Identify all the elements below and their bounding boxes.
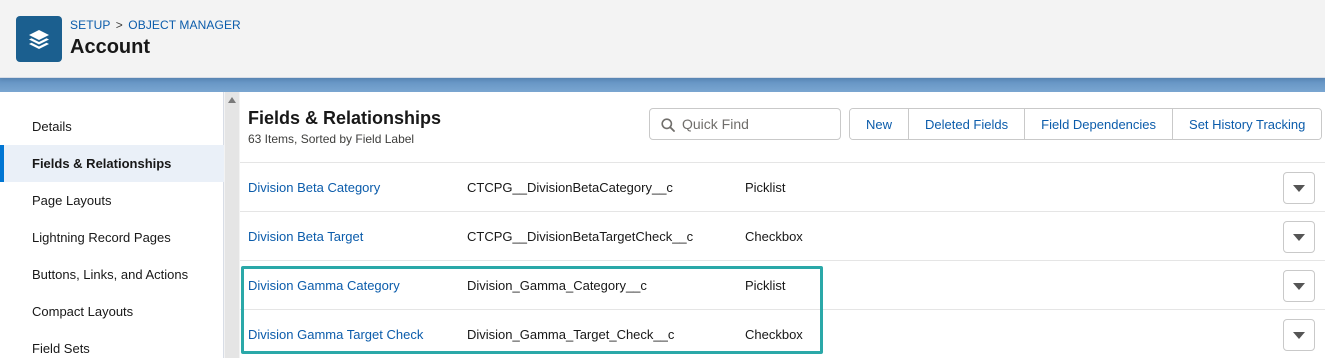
table-row: Division Beta Target CTCPG__DivisionBeta… (240, 211, 1325, 260)
sidebar-item-label: Buttons, Links, and Actions (32, 267, 189, 282)
sidebar-item-details[interactable]: Details (0, 108, 224, 145)
quick-find-search[interactable] (649, 108, 841, 140)
breadcrumb-setup-link[interactable]: SETUP (70, 18, 110, 32)
item-count-summary: 63 Items, Sorted by Field Label (248, 132, 415, 146)
row-actions-dropdown-button[interactable] (1283, 319, 1315, 351)
main-content: Fields & Relationships 63 Items, Sorted … (240, 92, 1325, 358)
sidebar-item-fields-relationships[interactable]: Fields & Relationships (0, 145, 224, 182)
sidebar-item-label: Fields & Relationships (32, 156, 172, 171)
row-actions-dropdown-button[interactable] (1283, 221, 1315, 253)
sidebar-item-lightning-record-pages[interactable]: Lightning Record Pages (0, 219, 224, 256)
page-header: SETUP > OBJECT MANAGER Account (0, 0, 1325, 78)
table-row: Division Beta Category CTCPG__DivisionBe… (240, 162, 1325, 211)
field-data-type: Checkbox (745, 326, 803, 342)
sidebar-item-buttons-links-actions[interactable]: Buttons, Links, and Actions (0, 256, 224, 293)
layers-icon (16, 16, 62, 62)
chevron-down-icon (1293, 233, 1305, 241)
field-api-name: CTCPG__DivisionBetaCategory__c (467, 179, 673, 195)
row-actions-dropdown-button[interactable] (1283, 172, 1315, 204)
breadcrumb: SETUP > OBJECT MANAGER (70, 18, 241, 32)
field-label-link[interactable]: Division Gamma Target Check (248, 310, 423, 358)
row-actions-dropdown-button[interactable] (1283, 270, 1315, 302)
field-data-type: Picklist (745, 179, 786, 195)
field-api-name: Division_Gamma_Target_Check__c (467, 326, 675, 342)
sidebar-item-label: Page Layouts (32, 193, 112, 208)
field-actions-button-group: New Deleted Fields Field Dependencies Se… (849, 108, 1323, 140)
sidebar-item-label: Lightning Record Pages (32, 230, 171, 245)
table-row: Division Gamma Category Division_Gamma_C… (240, 260, 1325, 309)
field-label-link[interactable]: Division Beta Target (248, 212, 363, 260)
breadcrumb-separator: > (115, 18, 123, 32)
header-decorative-band (0, 78, 1325, 92)
field-data-type: Checkbox (745, 228, 803, 244)
search-icon (661, 118, 675, 132)
quick-find-input[interactable] (682, 114, 832, 134)
main-scrollbar[interactable] (225, 92, 239, 358)
sidebar: Details Fields & Relationships Page Layo… (0, 92, 224, 358)
field-label-link[interactable]: Division Gamma Category (248, 261, 400, 309)
chevron-down-icon (1293, 282, 1305, 290)
breadcrumb-object-manager-link[interactable]: OBJECT MANAGER (128, 18, 241, 32)
field-dependencies-button[interactable]: Field Dependencies (1025, 109, 1174, 139)
chevron-down-icon (1293, 331, 1305, 339)
field-api-name: Division_Gamma_Category__c (467, 277, 647, 293)
page-title: Account (70, 36, 150, 58)
deleted-fields-button[interactable]: Deleted Fields (909, 109, 1026, 139)
sidebar-item-compact-layouts[interactable]: Compact Layouts (0, 293, 224, 330)
table-row: Division Gamma Target Check Division_Gam… (240, 309, 1325, 358)
scroll-up-arrow-icon[interactable] (228, 97, 236, 103)
sidebar-item-label: Compact Layouts (32, 304, 134, 319)
new-field-button[interactable]: New (850, 109, 910, 139)
set-history-tracking-button[interactable]: Set History Tracking (1173, 109, 1322, 139)
field-data-type: Picklist (745, 277, 786, 293)
chevron-down-icon (1293, 184, 1305, 192)
section-title: Fields & Relationships (248, 108, 442, 128)
sidebar-item-field-sets[interactable]: Field Sets (0, 330, 224, 358)
field-label-link[interactable]: Division Beta Category (248, 163, 380, 211)
sidebar-item-label: Field Sets (32, 341, 90, 356)
sidebar-item-label: Details (32, 119, 72, 134)
sidebar-item-page-layouts[interactable]: Page Layouts (0, 182, 224, 219)
field-api-name: CTCPG__DivisionBetaTargetCheck__c (467, 228, 694, 244)
